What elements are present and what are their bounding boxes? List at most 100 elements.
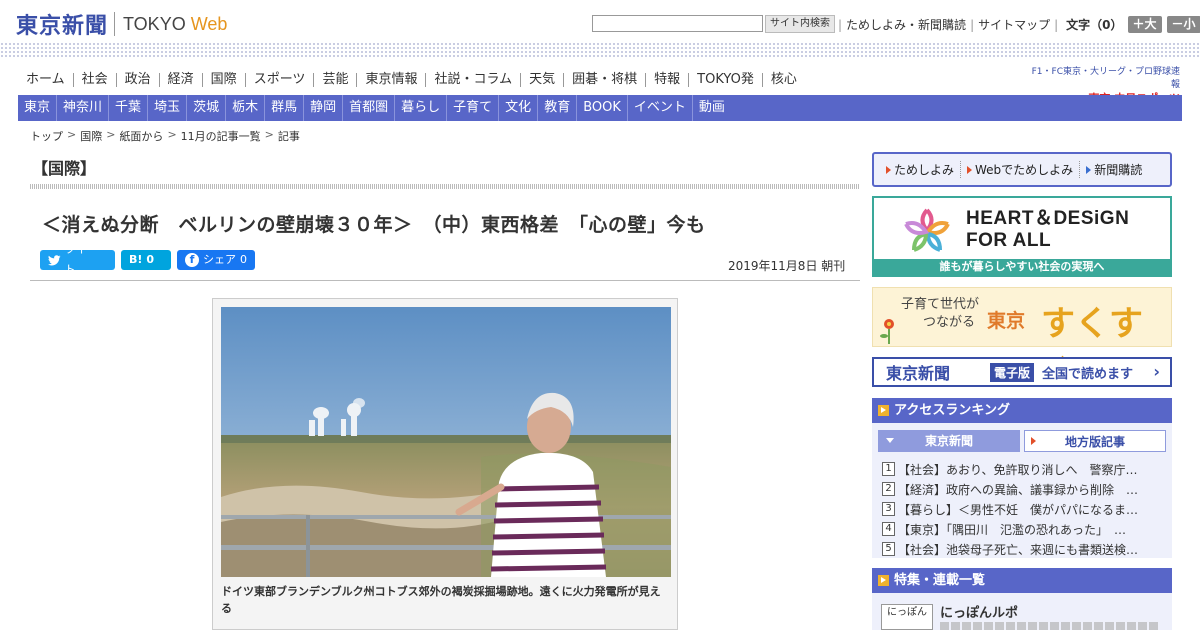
subscribe-link[interactable]: 新聞購読	[1080, 161, 1148, 178]
subnav-item[interactable]: 子育て	[447, 95, 500, 121]
main-nav: ホーム 社会 政治 経済 国際 スポーツ 芸能 東京情報 社説・コラム 天気 囲…	[18, 70, 805, 90]
heart-design-banner[interactable]: HEART＆DESiGN FOR ALL 誰もが暮らしやすい社会の実現へ	[872, 196, 1172, 277]
subnav-item[interactable]: 暮らし	[395, 95, 448, 121]
divider: |	[838, 17, 843, 32]
trial-link[interactable]: ためしよみ	[880, 161, 962, 178]
rank-number: 2	[882, 482, 895, 496]
rank-number: 5	[882, 542, 895, 556]
digital-edition-banner[interactable]: 東京新聞 電子版 全国で読めます ›	[872, 357, 1172, 387]
breadcrumb-top[interactable]: トップ	[30, 128, 63, 144]
subnav-item[interactable]: 茨城	[187, 95, 227, 121]
twitter-bird-icon	[48, 254, 61, 265]
list-item[interactable]: 3 【暮らし】＜男性不妊 僕がパパになるま…	[882, 499, 1162, 519]
subnav-item[interactable]: 動画	[693, 95, 731, 121]
divider: |	[1054, 17, 1059, 32]
article-photo[interactable]	[221, 307, 671, 577]
nav-item-international[interactable]: 国際	[203, 73, 246, 87]
feature-thumbnail[interactable]: にっぽん	[881, 604, 933, 630]
nav-item-tokuho[interactable]: 特報	[646, 73, 690, 87]
link-sitemap[interactable]: サイトマップ	[978, 16, 1050, 33]
heart-design-footer: 誰もが暮らしやすい社会の実現へ	[874, 259, 1170, 275]
site-search-input[interactable]	[592, 15, 763, 32]
text-size-down-button[interactable]: －小	[1166, 16, 1200, 33]
subnav-item[interactable]: 東京	[18, 95, 58, 121]
site-search-button[interactable]: サイト内検索	[765, 15, 835, 33]
triangle-right-icon	[967, 165, 973, 174]
nav-item-society[interactable]: 社会	[74, 73, 117, 87]
subnav-item[interactable]: 文化	[499, 95, 539, 121]
tweet-label: ツイート	[64, 243, 98, 276]
article-title: ＜消えぬ分断 ベルリンの壁崩壊３０年＞ （中）東西格差 「心の壁」今も	[42, 214, 706, 236]
hatena-bookmark-button[interactable]: B! 0	[121, 250, 171, 270]
feature-description-cropped	[940, 622, 1160, 630]
breadcrumb-from-paper[interactable]: 紙面から	[119, 128, 163, 144]
breadcrumb: トップ > 国際 > 紙面から > 11月の記事一覧 > 記事	[30, 128, 300, 144]
social-buttons: ツイート B! 0 f シェア 0	[40, 243, 255, 276]
subnav-item[interactable]: 首都圏	[343, 95, 396, 121]
tweet-button[interactable]: ツイート	[40, 243, 115, 276]
nav-item-weather[interactable]: 天気	[521, 73, 565, 87]
regional-nav: 東京 神奈川 千葉 埼玉 茨城 栃木 群馬 静岡 首都圏 暮らし 子育て 文化 …	[18, 95, 1182, 121]
web-trial-link[interactable]: Webでためしよみ	[961, 161, 1081, 178]
nav-item-economy[interactable]: 経済	[160, 73, 203, 87]
heart-design-line1: HEART＆DESiGN	[966, 208, 1130, 229]
rank-number: 3	[882, 502, 895, 516]
header-links: | ためしよみ・新聞購読 | サイトマップ | 文字（0） ＋大 －小	[834, 16, 1200, 33]
nav-item-politics[interactable]: 政治	[117, 73, 160, 87]
facebook-share-button[interactable]: f シェア 0	[177, 250, 255, 270]
tokyo-sukusuku-banner[interactable]: 子育て世代が つながる 東京 すくすく	[872, 287, 1172, 393]
rank-text: 【暮らし】＜男性不妊 僕がパパになるま…	[898, 502, 1139, 517]
ranking-tabs: 東京新聞 地方版記事	[878, 430, 1166, 452]
nav-item-sports[interactable]: スポーツ	[246, 73, 315, 87]
breadcrumb-monthly-list[interactable]: 11月の記事一覧	[181, 128, 261, 144]
nav-item-go-shogi[interactable]: 囲碁・将棋	[564, 73, 647, 87]
feature-title-link[interactable]: にっぽんルポ	[940, 602, 1018, 621]
tab-tokyo-shimbun[interactable]: 東京新聞	[878, 430, 1020, 452]
link-trial-subscribe[interactable]: ためしよみ・新聞購読	[846, 16, 966, 33]
nav-item-tokyo-info[interactable]: 東京情報	[357, 73, 427, 87]
chunichi-tagline: F1・FC東京・大リーグ・プロ野球速報	[1031, 67, 1180, 90]
sukusuku-tagline-1: 子育て世代が	[901, 297, 980, 312]
triangle-right-icon	[1031, 437, 1036, 445]
digital-edition-text: 全国で読めます	[1042, 366, 1134, 382]
list-item[interactable]: 1 【社会】あおり、免許取り消しへ 警察庁…	[882, 459, 1162, 479]
lignite-mine-photo-illustration	[221, 307, 671, 577]
subnav-item[interactable]: 群馬	[265, 95, 305, 121]
logo-japanese: 東京新聞	[16, 13, 109, 39]
subnav-item[interactable]: 静岡	[304, 95, 344, 121]
rank-number: 1	[882, 462, 895, 476]
article-divider	[30, 280, 860, 281]
share-count: 0	[240, 253, 247, 266]
site-logo[interactable]: 東京新聞 TOKYO Web	[16, 8, 227, 40]
subnav-item[interactable]: 埼玉	[148, 95, 188, 121]
nav-item-kakushin[interactable]: 核心	[763, 73, 805, 87]
list-item[interactable]: 4 【東京】「隅田川 氾濫の恐れあった」 …	[882, 519, 1162, 539]
section-divider	[30, 184, 860, 189]
rank-text: 【東京】「隅田川 氾濫の恐れあった」 …	[898, 522, 1127, 537]
nav-item-entertainment[interactable]: 芸能	[314, 73, 358, 87]
heart-design-title: HEART＆DESiGN FOR ALL	[966, 208, 1129, 252]
rank-text: 【社会】池袋母子死亡、来週にも書類送検…	[898, 542, 1139, 557]
nav-item-editorial[interactable]: 社説・コラム	[426, 73, 522, 87]
facebook-icon: f	[185, 253, 199, 267]
subnav-item[interactable]: 栃木	[226, 95, 266, 121]
nav-item-tokyo-hatsu[interactable]: TOKYO発	[689, 73, 763, 87]
subnav-item[interactable]: 神奈川	[57, 95, 110, 121]
breadcrumb-international[interactable]: 国際	[80, 128, 102, 144]
subnav-item[interactable]: 教育	[538, 95, 578, 121]
ranking-list: 1 【社会】あおり、免許取り消しへ 警察庁… 2 【経済】政府への異論、議事録から削…	[882, 459, 1162, 559]
ranking-header: アクセスランキング	[872, 398, 1172, 423]
list-item[interactable]: 2 【経済】政府への異論、議事録から削除 …	[882, 479, 1162, 499]
subnav-item[interactable]: 千葉	[109, 95, 149, 121]
text-size-up-button[interactable]: ＋大	[1127, 16, 1162, 33]
tab-regional[interactable]: 地方版記事	[1024, 430, 1166, 452]
list-item[interactable]: 5 【社会】池袋母子死亡、来週にも書類送検…	[882, 539, 1162, 559]
sukusuku-tokyo: 東京	[987, 310, 1026, 332]
subnav-item[interactable]: BOOK	[577, 95, 628, 121]
logo-divider	[114, 12, 116, 36]
logo-tokyo: TOKYO	[123, 13, 186, 34]
nav-item-home[interactable]: ホーム	[18, 73, 74, 87]
subnav-item[interactable]: イベント	[628, 95, 693, 121]
rank-text: 【経済】政府への異論、議事録から削除 …	[898, 482, 1139, 497]
breadcrumb-sep: >	[67, 128, 77, 141]
